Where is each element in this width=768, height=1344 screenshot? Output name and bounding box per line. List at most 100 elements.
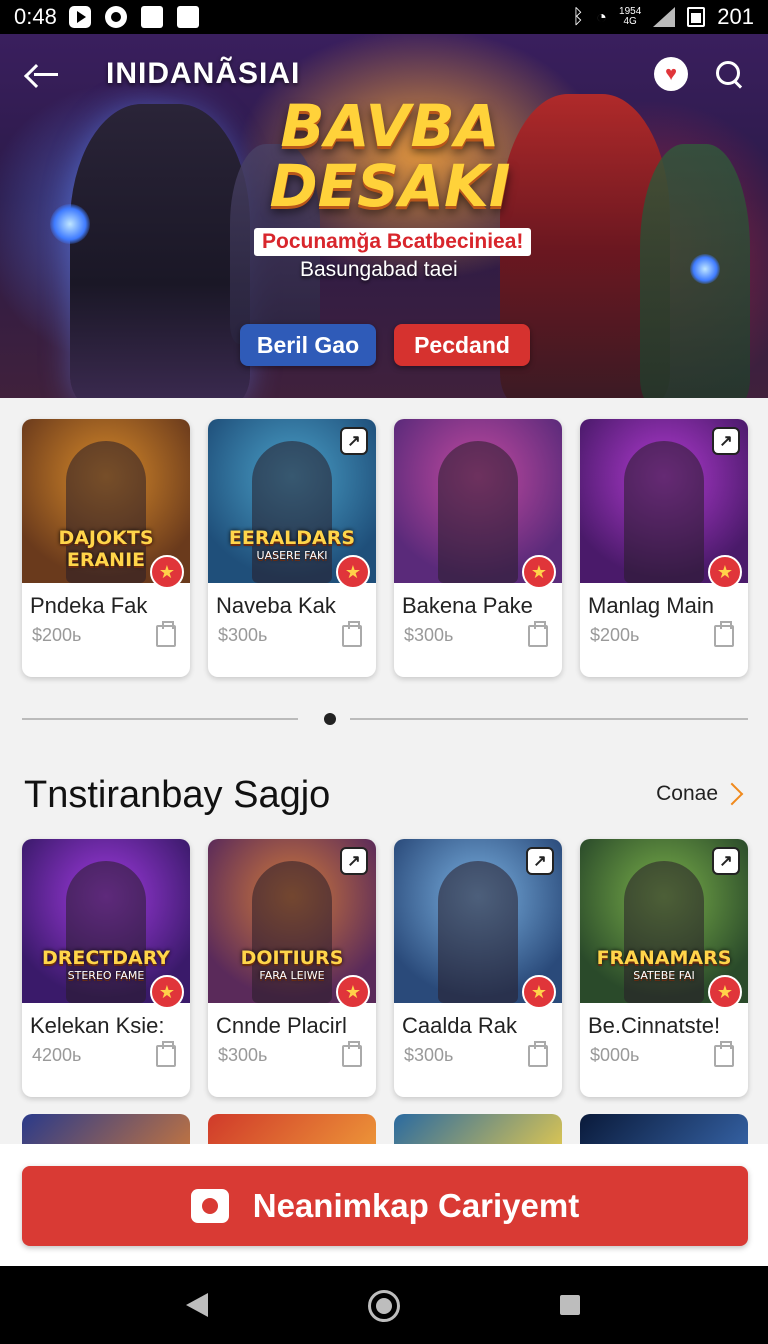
game-thumbnail: FRANAMARS SATEBE FAI ↗ ★ <box>580 839 748 1009</box>
game-card-partial[interactable] <box>394 1114 562 1144</box>
bluetooth-icon: ᛒ <box>572 5 585 28</box>
game-title: Caalda Rak <box>402 1013 517 1038</box>
hero-title-line2: DESAKI <box>269 152 511 220</box>
expand-arrow-icon[interactable]: ↗ <box>340 427 368 455</box>
game-card-partial[interactable] <box>22 1114 190 1144</box>
game-title: Naveba Kak <box>216 593 336 618</box>
game-thumbnail: DRECTDARY STEREO FAME ★ <box>22 839 190 1009</box>
favorite-heart-icon[interactable]: ♥ <box>654 57 688 91</box>
game-card[interactable]: DRECTDARY STEREO FAME ★ Kelekan Ksie: 4200ь <box>22 839 190 1097</box>
wifi-icon: ◔ <box>596 6 608 27</box>
hero-primary-button[interactable]: Beril Gao <box>240 324 376 366</box>
hero-title-line1: BAVBA <box>280 92 500 160</box>
game-card[interactable]: EERALDARS UASERE FAKI ↗ ★ Naveba Kak $300ь <box>208 419 376 677</box>
game-thumbnail: ↗ ★ <box>580 419 748 589</box>
shopping-bag-icon[interactable] <box>156 1041 176 1067</box>
game-title: Kelekan Ksie: <box>30 1013 165 1038</box>
camera-icon <box>190 1189 229 1223</box>
shopping-bag-icon[interactable] <box>714 621 734 647</box>
game-card[interactable]: ★ Bakena Pake $300ь <box>394 419 562 677</box>
section-games-row: DRECTDARY STEREO FAME ★ Kelekan Ksie: 4200ь D… <box>22 839 748 1097</box>
message-notification-icon <box>140 6 163 28</box>
game-card[interactable]: ↗ ★ Caalda Rak $300ь <box>394 839 562 1097</box>
game-card[interactable]: ↗ ★ Manlag Main $200ь <box>580 419 748 677</box>
game-price: 4200ь <box>32 1045 82 1065</box>
game-thumbnail: EERALDARS UASERE FAKI ↗ ★ <box>208 419 376 589</box>
nav-recents-icon[interactable] <box>560 1295 580 1315</box>
back-arrow-icon[interactable] <box>24 54 64 94</box>
game-thumbnail: ★ <box>394 419 562 589</box>
expand-arrow-icon[interactable]: ↗ <box>340 847 368 875</box>
shopping-bag-icon[interactable] <box>342 621 362 647</box>
game-thumbnail: ↗ ★ <box>394 839 562 1009</box>
nav-back-icon[interactable] <box>186 1293 208 1317</box>
shopping-bag-icon[interactable] <box>528 621 548 647</box>
magic-orb-icon <box>50 204 90 244</box>
carousel-indicator[interactable] <box>22 713 748 725</box>
shopping-bag-icon[interactable] <box>342 1041 362 1067</box>
status-time: 0:48 <box>14 4 57 29</box>
game-character-art <box>624 441 704 583</box>
battery-level: 201 <box>717 4 754 29</box>
search-icon[interactable] <box>714 59 744 89</box>
game-title: Pndeka Fak <box>30 593 148 618</box>
play-store-icon <box>68 6 91 28</box>
game-price: $300ь <box>404 1045 454 1065</box>
game-card[interactable]: DOITIURS FARA LEIWE ↗ ★ Cnnde Placirl $300ь <box>208 839 376 1097</box>
game-card[interactable]: DAJOKTS ERANIE ★ Pndeka Fak $200ь <box>22 419 190 677</box>
expand-arrow-icon[interactable]: ↗ <box>526 847 554 875</box>
star-badge-icon: ★ <box>150 975 184 1009</box>
featured-games-row: DAJOKTS ERANIE ★ Pndeka Fak $200ь EERALDARS U… <box>22 419 748 677</box>
cta-label: Neanimkap Cariyemt <box>252 1187 580 1224</box>
game-price: $300ь <box>218 1045 268 1065</box>
shopping-bag-icon[interactable] <box>528 1041 548 1067</box>
section-see-more-link[interactable]: Conae <box>656 782 744 806</box>
star-badge-icon: ★ <box>522 555 556 589</box>
network-speed: 1954 4G <box>619 6 642 27</box>
expand-arrow-icon[interactable]: ↗ <box>712 427 740 455</box>
game-card-partial[interactable] <box>208 1114 376 1144</box>
game-title: Bakena Pake <box>402 593 533 618</box>
shopping-bag-icon[interactable] <box>156 621 176 647</box>
hero-subtitle: Pocunamğa Bcatbeciniea! <box>254 228 532 256</box>
hero-title: BAVBA DESAKI <box>240 96 540 216</box>
star-badge-icon: ★ <box>336 975 370 1009</box>
game-price: $300ь <box>218 625 268 645</box>
bottom-action-bar: Neanimkap Cariyemt <box>0 1144 768 1266</box>
section-link-label: Conae <box>656 782 718 805</box>
game-card[interactable]: FRANAMARS SATEBE FAI ↗ ★ Be.Cinnatste! $000ь <box>580 839 748 1097</box>
carousel-dot[interactable] <box>324 713 336 725</box>
status-bar: 0:48 ᛒ ◔ 1954 4G 201 <box>0 0 768 34</box>
game-price: $300ь <box>404 625 454 645</box>
primary-cta-button[interactable]: Neanimkap Cariyemt <box>22 1166 748 1246</box>
star-badge-icon: ★ <box>336 555 370 589</box>
shopping-bag-icon[interactable] <box>714 1041 734 1067</box>
game-title: Be.Cinnatste! <box>588 1013 721 1038</box>
nav-home-icon[interactable] <box>368 1290 400 1322</box>
star-badge-icon: ★ <box>522 975 556 1009</box>
game-thumbnail: DAJOKTS ERANIE ★ <box>22 419 190 589</box>
chat-notification-icon <box>176 6 199 28</box>
game-price: $200ь <box>32 625 82 645</box>
game-title: Manlag Main <box>588 593 714 618</box>
app-notification-icon <box>104 6 127 28</box>
hero-secondary-button[interactable]: Pecdand <box>394 324 530 366</box>
cell-signal-icon <box>653 7 676 27</box>
star-badge-icon: ★ <box>708 555 742 589</box>
game-card-partial[interactable] <box>580 1114 748 1144</box>
app-title: INIDANÃSIAI <box>106 57 301 90</box>
game-price: $000ь <box>590 1045 640 1065</box>
expand-arrow-icon[interactable]: ↗ <box>712 847 740 875</box>
magic-orb-icon <box>690 254 720 284</box>
more-games-row <box>22 1114 748 1144</box>
section-title: Tnstiranbay Sagjo <box>24 774 331 816</box>
game-character-art <box>438 441 518 583</box>
star-badge-icon: ★ <box>708 975 742 1009</box>
main-content[interactable]: DAJOKTS ERANIE ★ Pndeka Fak $200ь EERALDARS U… <box>0 398 768 1144</box>
hero-banner[interactable]: INIDANÃSIAI ♥ BAVBA DESAKI Pocunamğa Bca… <box>0 34 768 398</box>
star-badge-icon: ★ <box>150 555 184 589</box>
system-navigation-bar <box>0 1266 768 1344</box>
chevron-right-icon <box>720 782 744 806</box>
battery-icon <box>687 7 706 27</box>
game-character-art <box>438 861 518 1003</box>
